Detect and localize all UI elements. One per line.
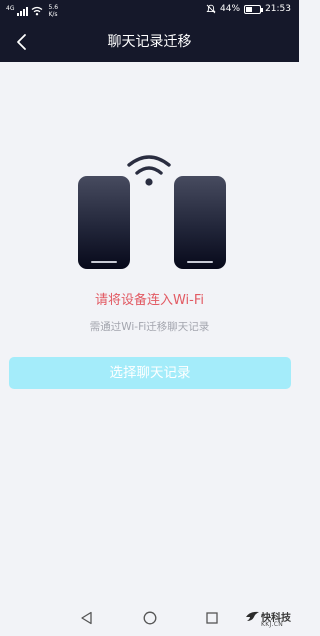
- migration-illustration: [70, 148, 230, 273]
- status-bar: 4G 5.6 K/s 44% 21:53: [0, 0, 299, 22]
- navigation-bar: 快科技 KKJ.CN: [0, 600, 299, 636]
- nav-back-button[interactable]: [78, 609, 96, 627]
- phone-icon: [78, 176, 130, 269]
- wifi-hint-text: 需通过Wi-Fi迁移聊天记录: [89, 321, 210, 333]
- nav-back-icon: [81, 611, 92, 625]
- select-chat-records-button[interactable]: 选择聊天记录: [9, 357, 291, 389]
- phone-icon: [174, 176, 226, 269]
- mute-icon: [206, 4, 216, 14]
- wifi-large-icon: [127, 155, 171, 186]
- status-left: 4G 5.6 K/s: [6, 4, 58, 18]
- wifi-warning-text: 请将设备连入Wi-Fi: [94, 293, 204, 308]
- speed-value: 5.6: [48, 4, 59, 11]
- nav-home-icon: [143, 611, 157, 625]
- network-speed: 5.6 K/s: [48, 4, 58, 18]
- signal-icon: [17, 6, 29, 16]
- clock: 21:53: [265, 4, 291, 14]
- nav-recent-icon: [206, 612, 218, 624]
- page-title: 聊天记录迁移: [107, 34, 192, 50]
- bird-logo-icon: [246, 611, 259, 621]
- status-right: 44% 21:53: [206, 4, 291, 14]
- battery-percent: 44%: [220, 4, 241, 14]
- title-bar: 聊天记录迁移: [0, 22, 299, 62]
- network-type-label: 4G: [6, 5, 15, 12]
- nav-recent-button[interactable]: [203, 609, 221, 627]
- battery-icon: [244, 4, 264, 14]
- watermark-logo: 快科技 KKJ.CN: [245, 608, 293, 630]
- wifi-icon: [32, 6, 43, 16]
- nav-home-button[interactable]: [141, 609, 159, 627]
- speed-unit: K/s: [48, 11, 58, 18]
- watermark-sub-text: KKJ.CN: [261, 621, 284, 628]
